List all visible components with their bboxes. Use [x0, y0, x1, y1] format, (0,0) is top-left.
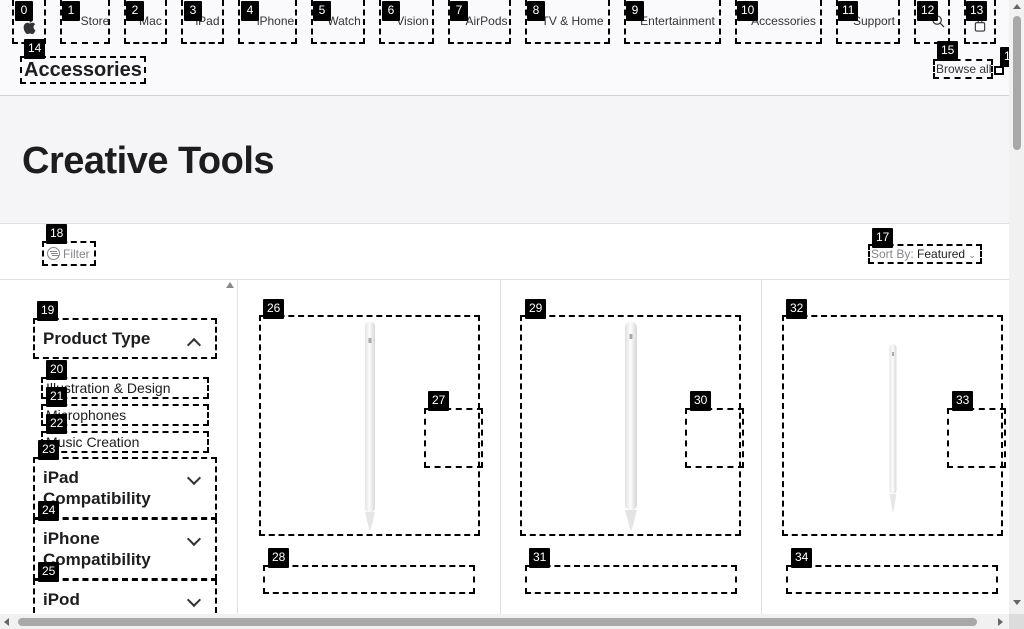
nav-tv-home-label: TV & Home: [541, 14, 604, 28]
chevron-down-icon: [186, 592, 202, 608]
label-badge: 14: [24, 39, 46, 59]
label-badge: 20: [46, 360, 68, 380]
label-badge: 18: [46, 224, 68, 244]
filter-icon: [47, 247, 60, 260]
local-nav: Accessories Browse all 14 15 16: [0, 39, 1009, 96]
horizontal-scroll-thumb[interactable]: [18, 618, 977, 626]
label-badge: 4: [241, 1, 259, 21]
vertical-scrollbar[interactable]: [1009, 0, 1024, 614]
scroll-down-arrow-icon[interactable]: [1013, 600, 1021, 605]
chevron-down-icon: ⌄: [968, 250, 976, 260]
filter-group-product-type[interactable]: Product Type: [33, 318, 217, 359]
label-badge: 30: [690, 391, 712, 411]
label-badge: 12: [917, 1, 939, 21]
nav-vision-label: Vision: [396, 14, 429, 28]
nav-iphone-label: iPhone: [256, 14, 295, 28]
label-badge: 3: [184, 1, 202, 21]
local-nav-title[interactable]: Accessories: [20, 56, 146, 84]
column-divider: [761, 280, 762, 614]
label-badge: 21: [46, 387, 68, 407]
label-badge: 8: [527, 1, 545, 21]
vertical-scroll-thumb[interactable]: [1013, 16, 1021, 150]
nav-airpods-label: AirPods: [465, 14, 508, 28]
product-title-link[interactable]: [263, 565, 475, 594]
label-badge: 34: [791, 548, 813, 568]
label-badge: 9: [626, 1, 644, 21]
hero-section: Creative Tools: [0, 96, 1009, 224]
scrollbar-corner: [1009, 614, 1024, 629]
label-badge: 28: [268, 548, 290, 568]
label-badge: 27: [428, 391, 450, 411]
nav-accessories-label: Accessories: [751, 14, 816, 28]
page-title: Creative Tools: [22, 140, 275, 182]
scroll-up-arrow-icon[interactable]: [226, 282, 234, 288]
color-swatch-link[interactable]: [424, 408, 483, 468]
label-badge: 10: [737, 1, 759, 21]
filter-bar: Filter Sort By: Featured ⌄ 18 17: [0, 224, 1009, 280]
label-badge: 17: [872, 228, 894, 248]
chevron-up-icon: [186, 337, 202, 353]
filter-button[interactable]: Filter: [42, 241, 96, 266]
label-badge: 15: [937, 41, 959, 61]
label-badge: 24: [38, 501, 60, 521]
filter-group-ipad-compatibility[interactable]: iPad Compatibility: [33, 457, 217, 519]
apple-pencil-usb-c-image: [624, 322, 637, 530]
label-badge: 2: [126, 1, 144, 21]
label-badge: 19: [37, 301, 59, 321]
chevron-down-icon[interactable]: [994, 66, 1004, 75]
label-badge: 22: [46, 414, 68, 434]
label-badge: 5: [313, 1, 331, 21]
nav-support-label: Support: [852, 14, 896, 28]
filter-group-label: iPad Compatibility: [43, 468, 151, 508]
filter-group-label: iPhone Compatibility: [43, 529, 151, 569]
scroll-right-arrow-icon[interactable]: [998, 618, 1003, 626]
product-title-link[interactable]: [786, 565, 998, 594]
product-title-link[interactable]: [525, 565, 737, 594]
horizontal-scrollbar[interactable]: [0, 614, 1009, 629]
label-badge: 23: [38, 440, 60, 460]
filter-group-label: iPod Compatibility: [43, 590, 151, 614]
label-badge: 25: [38, 562, 60, 582]
sort-value: Featured: [917, 247, 966, 261]
filter-group-iphone-compatibility[interactable]: iPhone Compatibility: [33, 518, 217, 580]
chevron-down-icon: [186, 470, 202, 486]
nav-store-label: Store: [80, 14, 110, 28]
label-badge: 31: [529, 548, 551, 568]
filter-label: Filter: [63, 246, 90, 261]
filter-option-music-creation[interactable]: Music Creation: [41, 431, 209, 453]
chevron-down-icon: [186, 531, 202, 547]
nav-watch-label: Watch: [327, 14, 361, 28]
label-badge: 29: [525, 299, 547, 319]
label-badge: 7: [450, 1, 468, 21]
product-grid: 26 27 28 29 30 31 32 33 34: [238, 280, 1009, 614]
color-swatch-link[interactable]: [685, 408, 744, 468]
apple-pencil-pro-image: [364, 322, 375, 530]
filter-group-label: Product Type: [43, 329, 151, 348]
filter-sidebar: Product Type Illustration & Design Micro…: [0, 280, 238, 614]
label-badge: 6: [382, 1, 400, 21]
filter-group-ipod-compatibility[interactable]: iPod Compatibility: [33, 579, 217, 614]
column-divider: [500, 280, 501, 614]
color-swatch-link[interactable]: [947, 408, 1006, 468]
page-viewport: Store Mac iPad iPhone Watch Vision AirPo…: [0, 0, 1009, 614]
browse-all-link[interactable]: Browse all: [933, 59, 993, 79]
label-badge: 13: [966, 1, 988, 21]
label-badge: 26: [263, 299, 285, 319]
scroll-up-arrow-icon[interactable]: [1013, 4, 1021, 9]
label-badge: 32: [786, 299, 808, 319]
label-badge: 1: [62, 1, 80, 21]
label-badge: 33: [952, 391, 974, 411]
sort-label: Sort By:: [871, 247, 914, 261]
label-badge: 16: [1000, 47, 1009, 67]
label-badge: 11: [838, 1, 859, 21]
nav-entertainment-label: Entertainment: [640, 14, 715, 28]
apple-pencil-image: [889, 344, 896, 512]
scroll-left-arrow-icon[interactable]: [4, 618, 9, 626]
label-badge: 0: [15, 1, 33, 21]
global-nav: Store Mac iPad iPhone Watch Vision AirPo…: [0, 0, 1009, 44]
